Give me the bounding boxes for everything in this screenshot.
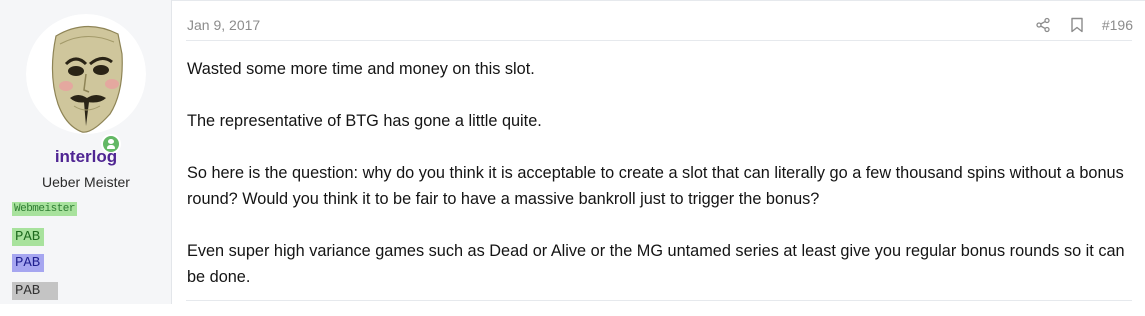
post-date-link[interactable]: Jan 9, 2017 xyxy=(187,17,260,33)
bookmark-icon[interactable] xyxy=(1068,14,1086,36)
post-actions: #196 xyxy=(1034,14,1133,36)
user-banner-pab-green: PAB xyxy=(12,228,44,246)
share-icon[interactable] xyxy=(1034,14,1052,36)
user-banner-pab-blue: PAB xyxy=(12,254,44,272)
user-banner-webmeister: Webmeister xyxy=(12,202,78,216)
post-paragraph: Wasted some more time and money on this … xyxy=(187,60,535,78)
post-number-link[interactable]: #196 xyxy=(1102,17,1133,33)
username-link[interactable]: interlog xyxy=(0,147,172,167)
post-paragraph: So here is the question: why do you thin… xyxy=(187,164,1124,208)
user-banner-pab-gray: PAB xyxy=(12,282,58,300)
post-footer-divider xyxy=(186,300,1132,301)
post-header-divider xyxy=(186,40,1132,41)
user-sidebar: interlog Ueber Meister Webmeister PAB PA… xyxy=(0,0,172,304)
post-body: Wasted some more time and money on this … xyxy=(187,56,1137,316)
post-paragraph: Even super high variance games such as D… xyxy=(187,242,1125,286)
user-title: Ueber Meister xyxy=(42,174,130,190)
avatar[interactable] xyxy=(26,14,146,134)
avatar-wrapper xyxy=(26,14,146,154)
post-paragraph: The representative of BTG has gone a lit… xyxy=(187,112,542,130)
